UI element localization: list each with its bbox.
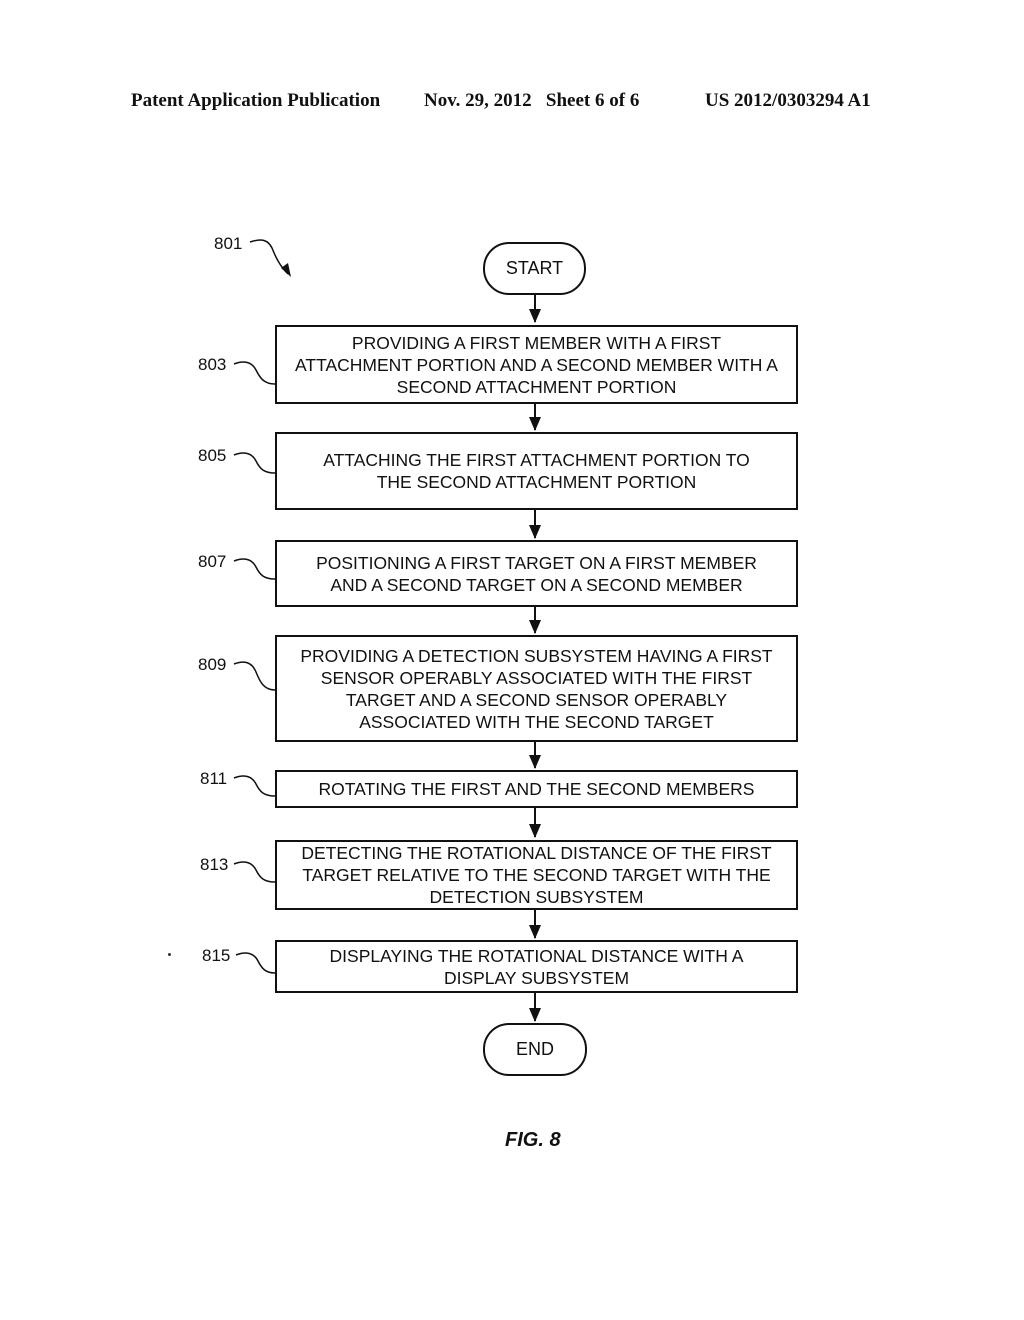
ref-number-809: 809 (198, 655, 227, 674)
ref-815-leader (235, 952, 276, 974)
patent-number: US 2012/0303294 A1 (705, 90, 871, 111)
ref-number-811: 811 (200, 769, 228, 788)
ref-number-807: 807 (198, 552, 227, 571)
ref-807-leader (233, 558, 276, 580)
step-807-box: POSITIONING A FIRST TARGET ON A FIRST ME… (275, 540, 798, 607)
ref-number-813: 813 (200, 855, 229, 874)
ref-803-leader (233, 361, 276, 385)
step-809-box: PROVIDING A DETECTION SUBSYSTEM HAVING A… (275, 635, 798, 742)
ref-805-leader (233, 452, 276, 474)
ref-number-801: 801 (214, 234, 243, 253)
ref-number-803: 803 (198, 355, 227, 374)
ref-809-leader (233, 661, 276, 691)
ref-number-815: 815 (202, 946, 231, 965)
ref-811-leader (233, 775, 276, 797)
publication-date-sheet: Nov. 29, 2012 Sheet 6 of 6 (424, 90, 640, 111)
ref-number-805: 805 (198, 446, 227, 465)
ref-813-leader (233, 861, 276, 883)
scan-speck (168, 953, 171, 956)
start-terminal: START (483, 242, 586, 295)
step-811-box: ROTATING THE FIRST AND THE SECOND MEMBER… (275, 770, 798, 808)
figure-caption: FIG. 8 (505, 1129, 561, 1151)
step-813-box: DETECTING THE ROTATIONAL DISTANCE OF THE… (275, 840, 798, 910)
end-terminal: END (483, 1023, 587, 1076)
step-803-box: PROVIDING A FIRST MEMBER WITH A FIRST AT… (275, 325, 798, 404)
step-805-box: ATTACHING THE FIRST ATTACHMENT PORTION T… (275, 432, 798, 510)
ref-801-leader-arrow (249, 239, 291, 277)
publication-title: Patent Application Publication (131, 90, 381, 111)
step-815-box: DISPLAYING THE ROTATIONAL DISTANCE WITH … (275, 940, 798, 993)
